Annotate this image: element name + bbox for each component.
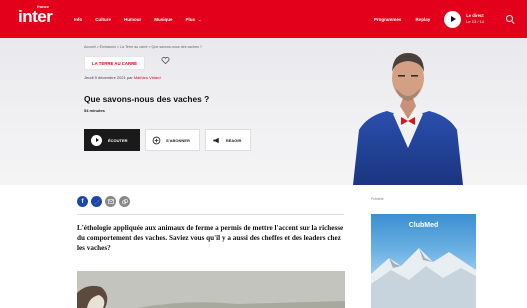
article-image: [77, 271, 345, 308]
mail-icon[interactable]: [105, 196, 116, 207]
logo-small-text: france: [37, 4, 50, 9]
live-player[interactable]: Le direct Le 13 / 14: [444, 10, 484, 28]
listen-label: ÉCOUTER: [108, 137, 128, 143]
nav-link-culture[interactable]: Culture: [95, 17, 111, 22]
react-label: RÉAGIR: [225, 137, 242, 143]
nav-link-plus-label: Plus: [185, 16, 196, 22]
react-button[interactable]: RÉAGIR: [204, 129, 252, 151]
episode-hero: Accueil > Émissions > La Terre au carré …: [0, 38, 527, 185]
nav-link-replay[interactable]: Replay: [415, 17, 430, 22]
episode-actions: ÉCOUTER S'ABONNER RÉAGIR: [84, 129, 252, 151]
nav-right-group: Programmes Replay Le direct Le 13 / 14: [374, 0, 527, 38]
presenter-photo: [353, 53, 463, 185]
advertisement[interactable]: ClubMed: [371, 214, 476, 308]
logo-main-text: inter: [18, 7, 53, 26]
nav-link-musique[interactable]: Musique: [154, 17, 172, 22]
date-line: Jeudi 9 décembre 2021 par Mathieu Vidard: [84, 75, 161, 80]
divider: [77, 214, 344, 215]
live-play-icon[interactable]: [444, 10, 462, 28]
live-program: Le 13 / 14: [466, 19, 484, 24]
twitter-icon[interactable]: [91, 196, 102, 207]
ad-label: Publicité: [371, 197, 384, 201]
date-text: Jeudi 9 décembre 2021 par: [84, 75, 134, 80]
show-tag-button[interactable]: LA TERRE AU CARRÉ: [84, 56, 146, 70]
listen-button[interactable]: ÉCOUTER: [84, 129, 140, 151]
episode-duration: 54 minutes: [84, 108, 105, 113]
author-link[interactable]: Mathieu Vidard: [134, 75, 161, 80]
facebook-icon[interactable]: f: [77, 196, 88, 207]
chevron-down-icon: ⌄: [198, 16, 202, 22]
nav-link-humour[interactable]: Humour: [124, 17, 141, 22]
link-icon[interactable]: [119, 196, 130, 207]
subscribe-icon: [152, 136, 161, 145]
megaphone-icon: [212, 136, 221, 145]
share-buttons: f: [77, 196, 130, 207]
page-title: Que savons-nous des vaches ?: [84, 94, 210, 104]
nav-link-plus[interactable]: Plus ⌄: [186, 17, 202, 22]
subscribe-button[interactable]: S'ABONNER: [145, 129, 200, 151]
live-text: Le direct Le 13 / 14: [466, 13, 484, 25]
top-navigation-bar: france inter Info Culture Humour Musique…: [0, 0, 527, 38]
play-icon: [91, 134, 102, 146]
article-lead: L'éthologie appliquée aux animaux de fer…: [77, 224, 344, 252]
nav-link-info[interactable]: Info: [74, 17, 82, 22]
nav-link-programmes[interactable]: Programmes: [374, 17, 402, 22]
main-nav-links: Info Culture Humour Musique Plus ⌄: [74, 0, 214, 38]
breadcrumb[interactable]: Accueil > Émissions > La Terre au carré …: [84, 45, 202, 49]
heart-icon[interactable]: [161, 56, 170, 65]
subscribe-label: S'ABONNER: [166, 137, 190, 143]
france-inter-logo[interactable]: france inter: [18, 4, 53, 26]
search-icon[interactable]: [506, 14, 515, 24]
